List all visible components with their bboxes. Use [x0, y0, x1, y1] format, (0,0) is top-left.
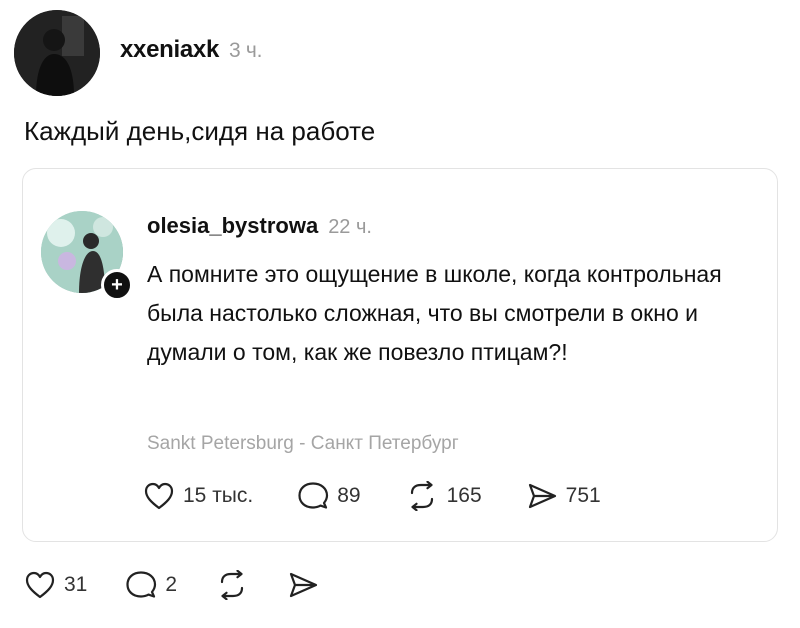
heart-icon — [144, 482, 174, 510]
repost-button[interactable] — [215, 570, 249, 600]
comment-bubble-icon — [298, 482, 329, 509]
share-button[interactable] — [287, 570, 319, 600]
send-icon — [289, 572, 318, 598]
comment-count: 89 — [337, 484, 361, 507]
quoted-post-text: А помните это ощущение в школе, когда ко… — [147, 261, 722, 365]
repost-icon — [410, 481, 433, 511]
repost-icon — [220, 570, 244, 600]
quoted-author-avatar[interactable]: + — [41, 211, 133, 301]
comment-button[interactable]: 89 — [297, 481, 361, 511]
avatar-image — [14, 10, 100, 96]
follow-plus-icon[interactable]: + — [101, 269, 133, 301]
send-icon — [528, 483, 556, 509]
quoted-post-actions: 15 тыс. 89 165 751 — [143, 481, 645, 511]
author-avatar[interactable] — [14, 10, 100, 96]
like-count: 31 — [64, 573, 88, 596]
like-count: 15 тыс. — [183, 484, 254, 507]
post-timestamp: 3 ч. — [229, 39, 263, 62]
comment-count: 2 — [165, 573, 178, 596]
quoted-post-header: olesia_bystrowa 22 ч. — [147, 213, 372, 239]
quoted-author-username[interactable]: olesia_bystrowa — [147, 213, 318, 239]
author-username[interactable]: xxeniaxk — [120, 36, 219, 64]
repost-count: 165 — [446, 484, 482, 507]
like-button[interactable]: 15 тыс. — [143, 481, 253, 511]
like-button[interactable]: 31 — [24, 570, 87, 600]
quoted-post-card[interactable]: + olesia_bystrowa 22 ч. А помните это ощ… — [22, 168, 778, 542]
comment-bubble-icon — [126, 571, 157, 598]
comment-button[interactable]: 2 — [125, 570, 177, 600]
post-actions: 31 2 — [24, 570, 357, 600]
share-button[interactable]: 751 — [526, 481, 601, 511]
quoted-post-timestamp: 22 ч. — [328, 216, 372, 238]
share-count: 751 — [565, 484, 601, 507]
repost-button[interactable]: 165 — [405, 481, 482, 511]
post-text: Каждый день,сидя на работе — [24, 116, 376, 146]
heart-icon — [25, 571, 55, 599]
location-tag[interactable]: Sankt Petersburg - Санкт Петербург — [147, 433, 459, 455]
post-header: xxeniaxk 3 ч. — [120, 36, 262, 64]
